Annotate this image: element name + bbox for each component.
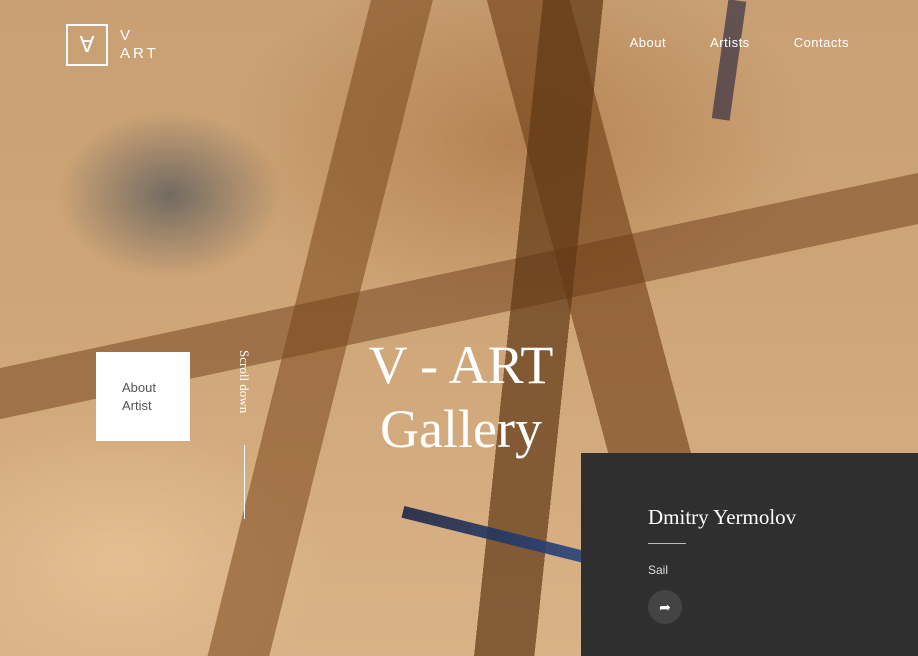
divider — [648, 543, 686, 544]
logo[interactable]: ∀ V ART — [66, 24, 159, 66]
logo-text-line2: ART — [120, 45, 159, 62]
about-artist-line1: About — [122, 380, 156, 395]
logo-text-line1: V — [120, 27, 134, 44]
share-button[interactable]: ➦ — [648, 590, 682, 624]
logo-text: V ART — [120, 27, 159, 63]
share-icon: ➦ — [659, 598, 671, 615]
artwork-title: Sail — [648, 563, 669, 577]
hero-title: V - ART Gallery — [356, 333, 566, 461]
hero-title-line1: V - ART — [368, 335, 554, 395]
nav-contacts[interactable]: Contacts — [794, 35, 849, 50]
about-artist-button[interactable]: About Artist — [96, 352, 190, 441]
about-artist-line2: Artist — [122, 398, 152, 413]
artist-name[interactable]: Dmitry Yermolov — [648, 505, 796, 530]
nav-about[interactable]: About — [630, 35, 666, 50]
hero-title-line2: Gallery — [380, 399, 542, 459]
artwork-info-panel: Dmitry Yermolov Sail ➦ — [581, 453, 918, 656]
scroll-line — [244, 445, 245, 519]
logo-mark: ∀ — [66, 24, 108, 66]
main-nav: About Artists Contacts — [630, 35, 849, 50]
nav-artists[interactable]: Artists — [710, 35, 750, 50]
scroll-down-label[interactable]: Scroll down — [236, 350, 252, 413]
